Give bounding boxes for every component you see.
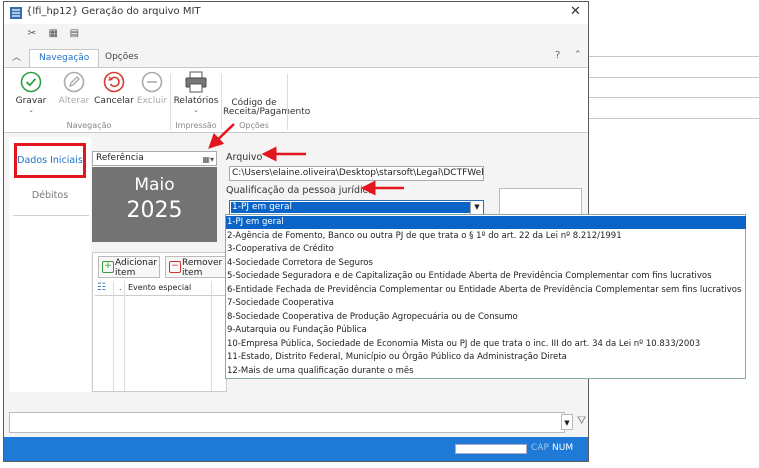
arrow-referencia xyxy=(208,123,235,149)
annotation-arrows xyxy=(208,123,404,196)
